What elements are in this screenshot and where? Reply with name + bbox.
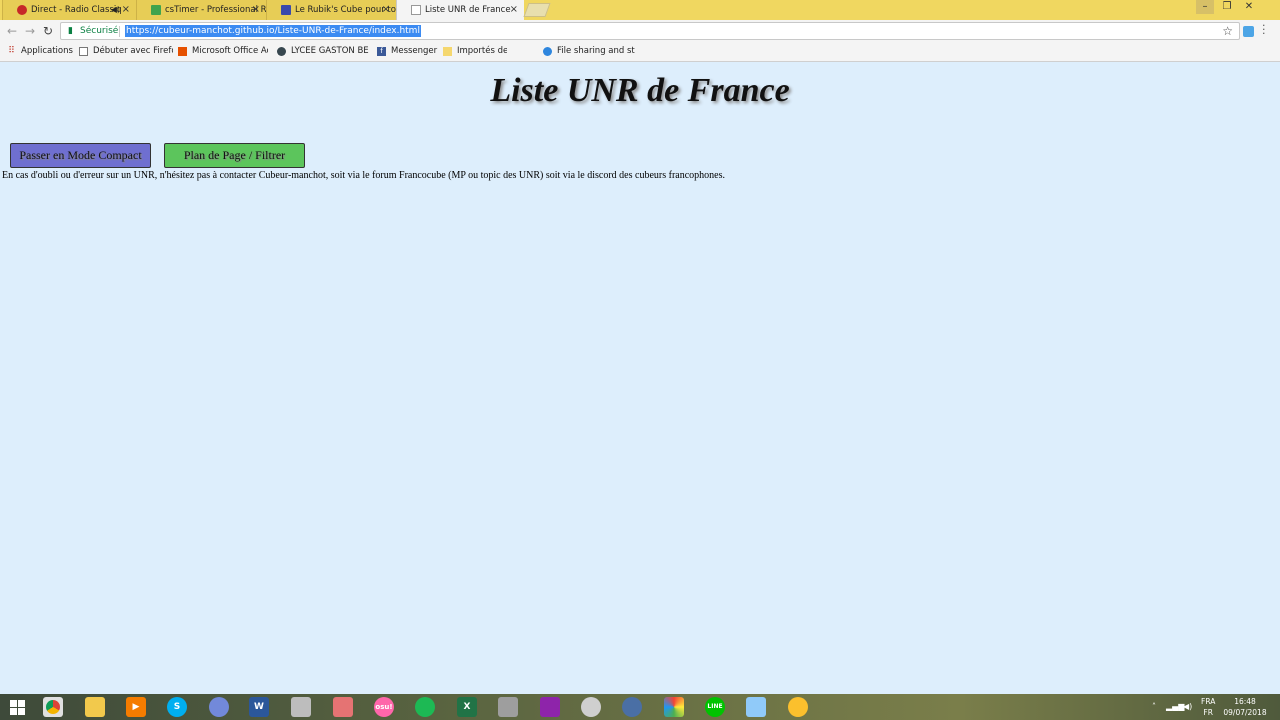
close-window-button[interactable]: ✕ bbox=[1240, 0, 1258, 14]
bookmark-lycee[interactable]: LYCEE GASTON BER bbox=[277, 42, 369, 61]
close-icon[interactable]: × bbox=[252, 0, 260, 20]
taskbar: ▶ S W osu! X LINE ˄ ▂▄▆ ◀) FRA FR 16:48 … bbox=[0, 694, 1280, 720]
spotify-icon[interactable] bbox=[415, 697, 435, 717]
divider bbox=[119, 26, 120, 37]
compact-mode-button[interactable]: Passer en Mode Compact bbox=[10, 143, 151, 168]
bookmark-file-sharing[interactable]: File sharing and stor bbox=[543, 42, 635, 61]
close-icon[interactable]: × bbox=[382, 0, 390, 20]
cstimer-icon bbox=[151, 5, 161, 15]
language-code: FRA bbox=[1201, 697, 1216, 706]
close-icon[interactable]: × bbox=[510, 0, 518, 20]
extension-icon[interactable] bbox=[1243, 26, 1254, 37]
app-icon[interactable] bbox=[581, 697, 601, 717]
bookmark-office[interactable]: Microsoft Office Acc bbox=[178, 42, 268, 61]
app-icon[interactable] bbox=[746, 697, 766, 717]
bookmarks-bar: ⠿ Applications Débuter avec Firefox Micr… bbox=[0, 42, 1280, 62]
bookmark-debuter-firefox[interactable]: Débuter avec Firefox bbox=[79, 42, 173, 61]
app-icon[interactable] bbox=[664, 697, 684, 717]
page-content: Liste UNR de France Passer en Mode Compa… bbox=[0, 62, 1280, 694]
bookmark-label: Applications bbox=[21, 46, 73, 56]
line-icon[interactable]: LINE bbox=[705, 697, 725, 717]
address-bar[interactable]: ▮ Sécurisé https://cubeur-manchot.github… bbox=[60, 22, 1240, 40]
osu-icon[interactable]: osu! bbox=[374, 697, 394, 717]
lock-icon: ▮ bbox=[68, 26, 73, 36]
tab-strip: Direct - Radio Classiq ◀) × csTimer - Pr… bbox=[0, 0, 1280, 20]
school-icon bbox=[277, 47, 286, 56]
page-icon bbox=[79, 47, 88, 56]
bookmark-label: Microsoft Office Acc bbox=[192, 46, 268, 56]
tab-label: Liste UNR de France bbox=[425, 5, 511, 15]
minimize-button[interactable]: – bbox=[1196, 0, 1214, 14]
bookmark-importes[interactable]: Importés depuis Fire bbox=[443, 42, 507, 61]
keyboard-code: FR bbox=[1203, 708, 1213, 717]
url-text[interactable]: https://cubeur-manchot.github.io/Liste-U… bbox=[125, 25, 421, 37]
winrar-icon[interactable] bbox=[540, 697, 560, 717]
clock-time: 16:48 bbox=[1234, 697, 1256, 706]
reload-icon[interactable]: ↻ bbox=[40, 23, 56, 39]
new-tab-button[interactable] bbox=[523, 3, 551, 17]
speaker-icon[interactable]: ◀) bbox=[111, 0, 120, 20]
tab-cstimer[interactable]: csTimer - Professional Ru × bbox=[136, 0, 266, 20]
close-icon[interactable]: × bbox=[122, 0, 130, 20]
back-arrow-icon[interactable]: ← bbox=[4, 23, 20, 39]
file-explorer-icon[interactable] bbox=[85, 697, 105, 717]
start-button[interactable] bbox=[0, 694, 34, 720]
bookmark-label: Importés depuis Fire bbox=[457, 46, 507, 56]
maximize-button[interactable]: ❐ bbox=[1218, 0, 1236, 14]
bookmark-label: LYCEE GASTON BER bbox=[291, 46, 369, 56]
app-icon[interactable] bbox=[498, 697, 518, 717]
bookmark-label: Débuter avec Firefox bbox=[93, 46, 173, 56]
network-icon[interactable]: ▂▄▆ bbox=[1166, 694, 1184, 720]
app-icon[interactable] bbox=[788, 697, 808, 717]
clock-date: 09/07/2018 bbox=[1223, 708, 1267, 717]
cube-icon bbox=[281, 5, 291, 15]
language-indicator[interactable]: FRA FR bbox=[1201, 696, 1215, 718]
media-player-icon[interactable]: ▶ bbox=[126, 697, 146, 717]
discord-icon[interactable] bbox=[209, 697, 229, 717]
tab-rubiks-cube[interactable]: Le Rubik's Cube pour tou × bbox=[266, 0, 396, 20]
word-icon[interactable]: W bbox=[249, 697, 269, 717]
browser-toolbar: ← → ↻ ▮ Sécurisé https://cubeur-manchot.… bbox=[0, 20, 1280, 42]
menu-icon[interactable]: · · · bbox=[1262, 20, 1266, 39]
folder-icon bbox=[443, 47, 452, 56]
bookmark-applications[interactable]: ⠿ Applications bbox=[7, 42, 73, 61]
bookmark-messenger[interactable]: f Messenger bbox=[377, 42, 439, 61]
apps-grid-icon: ⠿ bbox=[8, 46, 15, 56]
clock[interactable]: 16:48 09/07/2018 bbox=[1220, 696, 1270, 718]
forward-arrow-icon[interactable]: → bbox=[22, 23, 38, 39]
tray-arrow-icon[interactable]: ˄ bbox=[1152, 694, 1156, 720]
tab-radio-classique[interactable]: Direct - Radio Classiq ◀) × bbox=[2, 0, 136, 20]
app-icon[interactable] bbox=[622, 697, 642, 717]
chrome-icon[interactable] bbox=[43, 697, 63, 717]
app-icon[interactable] bbox=[333, 697, 353, 717]
page-plan-filter-button[interactable]: Plan de Page / Filtrer bbox=[164, 143, 305, 168]
page-icon bbox=[411, 5, 421, 15]
paint-icon[interactable] bbox=[291, 697, 311, 717]
excel-icon[interactable]: X bbox=[457, 697, 477, 717]
bookmark-star-icon[interactable]: ☆ bbox=[1222, 23, 1233, 39]
facebook-icon: f bbox=[377, 47, 386, 56]
office-icon bbox=[178, 47, 187, 56]
bookmark-label: File sharing and stor bbox=[557, 46, 635, 56]
skype-icon[interactable]: S bbox=[167, 697, 187, 717]
tab-liste-unr[interactable]: Liste UNR de France × bbox=[396, 0, 524, 20]
page-title: Liste UNR de France bbox=[490, 72, 790, 109]
secure-label: Sécurisé bbox=[80, 26, 119, 36]
contact-notice: En cas d'oubli ou d'erreur sur un UNR, n… bbox=[2, 170, 725, 181]
wetransfer-icon bbox=[543, 47, 552, 56]
radio-icon bbox=[17, 5, 27, 15]
tab-label: Direct - Radio Classiq bbox=[31, 5, 122, 15]
volume-icon[interactable]: ◀) bbox=[1183, 694, 1192, 720]
bookmark-label: Messenger bbox=[391, 46, 438, 56]
